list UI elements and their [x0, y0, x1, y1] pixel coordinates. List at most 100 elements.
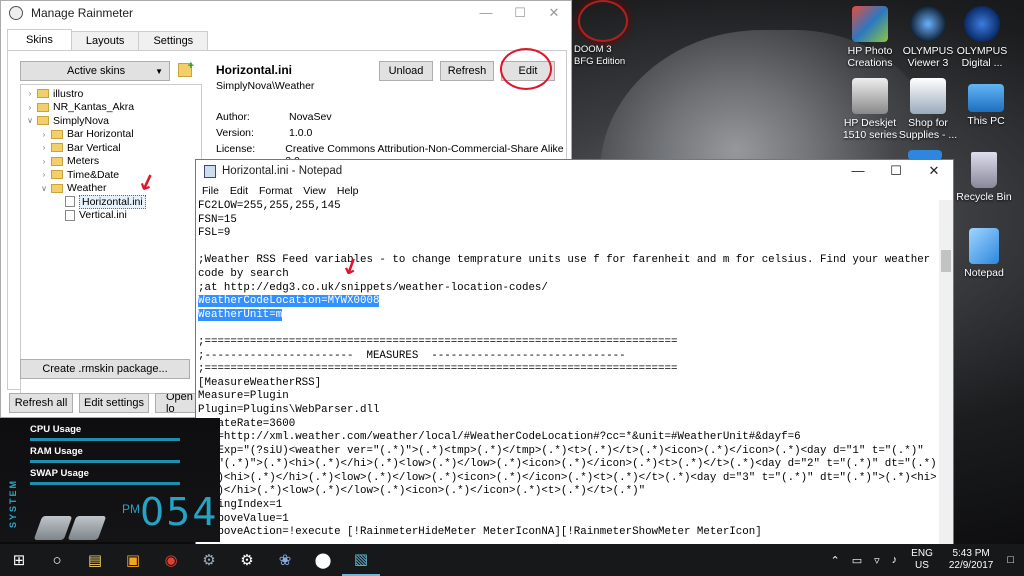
- skin-path: SimplyNova\Weather: [216, 80, 315, 92]
- refresh-button[interactable]: Refresh: [440, 61, 494, 81]
- desktop-icon-olympus-digital[interactable]: OLYMPUS Digital ...: [950, 6, 1014, 69]
- rainmeter-titlebar[interactable]: Manage Rainmeter — ☐ ✕: [1, 1, 571, 25]
- text-line: Plugin=Plugins\WebParser.dll: [198, 404, 938, 418]
- tab-settings[interactable]: Settings: [138, 31, 209, 50]
- meta-value: NovaSev: [289, 111, 332, 123]
- region-code: US: [915, 560, 929, 571]
- printer-icon: [852, 78, 888, 114]
- close-button[interactable]: ✕: [915, 159, 953, 183]
- desktop-icon-shop-supplies[interactable]: Shop for Supplies - ...: [896, 78, 960, 141]
- desktop-icon-hp-photo[interactable]: HP Photo Creations: [838, 6, 902, 69]
- desktop-icon-label: This PC: [967, 115, 1005, 127]
- menu-format[interactable]: Format: [259, 185, 292, 197]
- tree-item[interactable]: › Bar Horizontal: [21, 128, 201, 142]
- text-line-content: Url=http://xml.weather.com/weather/local…: [198, 431, 801, 444]
- notification-icon[interactable]: □: [1007, 554, 1014, 566]
- tree-item[interactable]: › Meters: [21, 155, 201, 169]
- search-circle-icon[interactable]: ○: [38, 544, 76, 576]
- minimize-button[interactable]: —: [469, 1, 503, 25]
- tree-item-label: Bar Vertical: [67, 141, 121, 154]
- tree-item[interactable]: › NR_Kantas_Akra: [21, 101, 201, 115]
- meta-row: License: Creative Commons Attribution-Non…: [216, 143, 566, 167]
- text-line: WeatherUnit=m: [198, 308, 938, 323]
- unload-button[interactable]: Unload: [379, 61, 433, 81]
- expander-icon[interactable]: ›: [39, 170, 49, 179]
- skin-name: Horizontal.ini: [216, 63, 292, 77]
- tree-item[interactable]: Vertical.ini: [21, 209, 201, 223]
- paint-icon[interactable]: ❀: [266, 544, 304, 576]
- notepad-icon: [204, 164, 216, 178]
- tab-layouts[interactable]: Layouts: [70, 31, 140, 50]
- text-line-content: [MeasureWeatherRSS]: [198, 376, 322, 389]
- text-line-content: WeatherUnit=m: [198, 308, 283, 321]
- notepad-titlebar[interactable]: Horizontal.ini - Notepad — ☐ ✕: [196, 160, 953, 182]
- tree-item[interactable]: › Time&Date: [21, 168, 201, 182]
- steam-icon[interactable]: ⚙: [190, 544, 228, 576]
- refresh-all-button[interactable]: Refresh all: [9, 393, 73, 413]
- tree-item[interactable]: › illustro: [21, 87, 201, 101]
- text-line-content: ;=======================================…: [198, 335, 678, 348]
- settings-gear-icon[interactable]: ⚙: [228, 544, 266, 576]
- desktop-icon-hp-deskjet[interactable]: HP Deskjet 1510 series: [838, 78, 902, 141]
- network-icon[interactable]: ▿: [874, 554, 880, 567]
- desktop-icon-notepad[interactable]: Notepad: [952, 228, 1016, 279]
- computer-icon: [968, 84, 1004, 112]
- expander-icon[interactable]: ›: [25, 89, 35, 98]
- tree-item[interactable]: Horizontal.ini: [21, 194, 201, 209]
- tree-item-label: NR_Kantas_Akra: [53, 101, 135, 114]
- minimize-button[interactable]: —: [839, 159, 877, 183]
- text-line: Measure=Plugin: [198, 390, 938, 404]
- notepad-task-icon[interactable]: ▧: [342, 544, 380, 576]
- chevron-up-icon[interactable]: ⌃: [831, 554, 840, 567]
- desktop-icon-doom3[interactable]: DOOM 3 BFG Edition: [574, 8, 632, 68]
- notepad-title: Horizontal.ini - Notepad: [222, 165, 343, 177]
- file-explorer-icon[interactable]: ▤: [76, 544, 114, 576]
- expander-icon[interactable]: ›: [39, 143, 49, 152]
- text-line: FC2LOW=255,255,255,145: [198, 200, 938, 214]
- battery-icon[interactable]: ▭: [852, 554, 862, 567]
- vertical-scrollbar[interactable]: [939, 200, 953, 548]
- tree-item-label: illustro: [53, 87, 84, 100]
- volume-icon[interactable]: ♪: [892, 554, 898, 566]
- menu-edit[interactable]: Edit: [230, 185, 248, 197]
- expander-icon[interactable]: ›: [25, 103, 35, 112]
- start-windows-icon[interactable]: ⊞: [0, 544, 38, 576]
- maximize-button[interactable]: ☐: [503, 1, 537, 25]
- expander-icon[interactable]: ›: [39, 157, 49, 166]
- swap-usage-row: SWAP Usage: [30, 468, 190, 488]
- language-indicator[interactable]: ENG US: [911, 548, 933, 572]
- expander-icon[interactable]: ›: [39, 130, 49, 139]
- desktop-icon-this-pc[interactable]: This PC: [954, 78, 1018, 127]
- expander-icon[interactable]: ∨: [39, 184, 49, 193]
- ram-usage-label: RAM Usage: [30, 446, 83, 457]
- tree-item-label: SimplyNova: [53, 114, 110, 127]
- menu-file[interactable]: File: [202, 185, 219, 197]
- open-log-button[interactable]: Open lo: [155, 393, 197, 413]
- notepad-text-area[interactable]: FC2LOW=255,255,255,145 FSN=15 FSL=9 ;Weathe…: [198, 200, 938, 548]
- expander-icon[interactable]: ∨: [25, 116, 35, 125]
- cpu-usage-label: CPU Usage: [30, 424, 82, 435]
- tree-item[interactable]: › Bar Vertical: [21, 141, 201, 155]
- add-folder-icon[interactable]: +: [178, 60, 194, 77]
- chrome-icon[interactable]: ◉: [152, 544, 190, 576]
- edit-settings-button[interactable]: Edit settings: [79, 393, 149, 413]
- close-button[interactable]: ✕: [537, 1, 571, 25]
- create-rmskin-button[interactable]: Create .rmskin package...: [20, 359, 190, 379]
- maximize-button[interactable]: ☐: [877, 159, 915, 183]
- meta-value: Creative Commons Attribution-Non-Commerc…: [285, 143, 564, 167]
- scrollbar-thumb[interactable]: [941, 250, 951, 272]
- desktop-icon-recycle-bin[interactable]: Recycle Bin: [952, 152, 1016, 203]
- text-line: FSL=9: [198, 227, 938, 241]
- menu-help[interactable]: Help: [337, 185, 359, 197]
- text-line: ;=======================================…: [198, 336, 938, 350]
- rainmeter-drop-icon[interactable]: ⬤: [304, 544, 342, 576]
- tree-item[interactable]: ∨ SimplyNova: [21, 114, 201, 128]
- tree-item[interactable]: ∨ Weather: [21, 182, 201, 196]
- tab-skins[interactable]: Skins: [7, 29, 72, 50]
- meta-row: Author: NovaSev: [216, 111, 566, 127]
- menu-view[interactable]: View: [303, 185, 326, 197]
- taskbar-clock[interactable]: 5:43 PM 22/9/2017: [949, 548, 994, 572]
- text-line: [198, 322, 938, 336]
- app-icon[interactable]: ▣: [114, 544, 152, 576]
- active-skins-dropdown[interactable]: Active skins ▼: [20, 61, 170, 81]
